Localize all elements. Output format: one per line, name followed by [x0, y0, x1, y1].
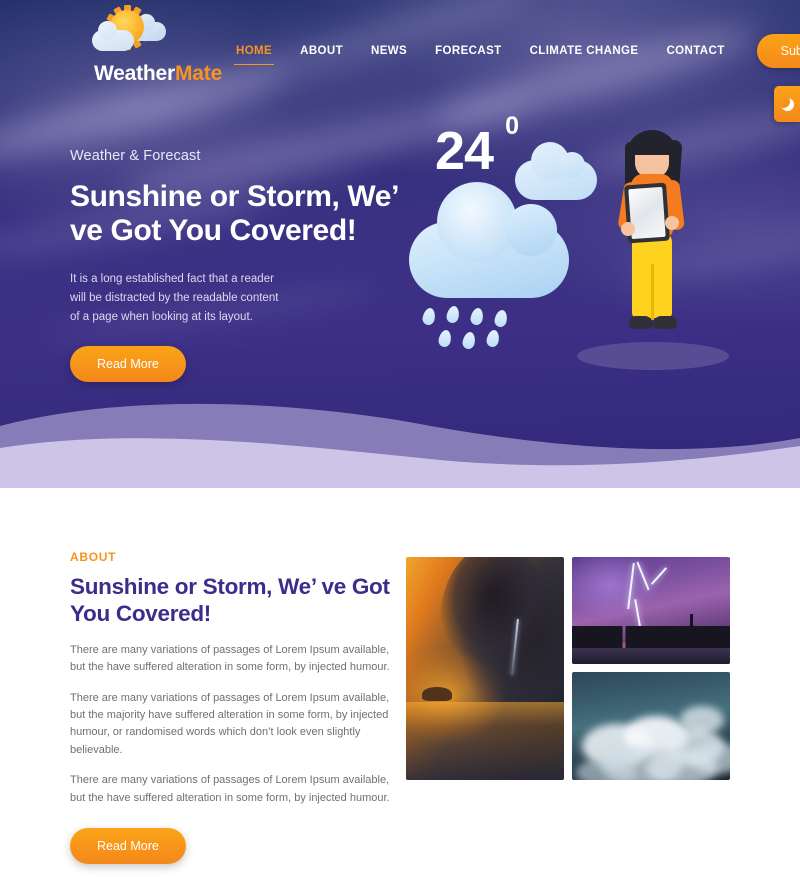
about-read-more-button[interactable]: Read More: [70, 827, 186, 864]
lightning-bolt-icon: [650, 567, 668, 585]
raindrop-icon: [437, 328, 453, 349]
site-header: WeatherMate HOME ABOUT NEWS FORECAST CLI…: [0, 0, 800, 92]
shoe-left: [629, 316, 653, 329]
brand-logo[interactable]: WeatherMate: [68, 4, 248, 86]
dark-mode-toggle[interactable]: [774, 86, 800, 122]
leg-split: [651, 264, 654, 320]
lightning-bolt-icon: [636, 561, 650, 591]
about-gallery: [406, 557, 730, 780]
moon-icon: [780, 97, 794, 111]
brand-name-accent: Mate: [175, 62, 223, 85]
hand-left: [621, 222, 635, 236]
nav-item-contact[interactable]: CONTACT: [652, 41, 738, 61]
shoe-right: [653, 316, 677, 329]
water-surface: [406, 702, 564, 780]
wave-divider: [0, 403, 800, 488]
raindrop-icon: [469, 306, 485, 327]
nav-item-about[interactable]: ABOUT: [286, 41, 357, 61]
rain-cloud-icon: [409, 182, 569, 298]
tornado-funnel: [434, 557, 554, 697]
hero-description: It is a long established fact that a rea…: [70, 273, 279, 323]
about-content: ABOUT Sunshine or Storm, We’ ve Got You …: [70, 550, 390, 864]
about-paragraph: There are many variations of passages of…: [70, 643, 390, 674]
sun-cloud-icon: [86, 4, 172, 58]
about-title: Sunshine or Storm, We’ ve Got You Covere…: [70, 574, 390, 627]
nav-item-forecast[interactable]: FORECAST: [421, 41, 515, 61]
nav-item-home[interactable]: HOME: [222, 41, 286, 65]
hero-section: WeatherMate HOME ABOUT NEWS FORECAST CLI…: [0, 0, 800, 488]
hero-copy: Weather & Forecast Sunshine or Storm, We…: [70, 148, 400, 383]
hero-title: Sunshine or Storm, We’ ve Got You Covere…: [70, 180, 398, 248]
nav-item-news[interactable]: NEWS: [357, 41, 421, 61]
hero-eyebrow: Weather & Forecast: [70, 148, 201, 164]
lightning-over-city-skyline-photo[interactable]: [572, 557, 730, 664]
cloud-puff: [680, 706, 724, 734]
brand-name-primary: Weather: [93, 62, 176, 85]
cn-tower-shape: [687, 614, 696, 648]
about-paragraph: There are many variations of passages of…: [70, 691, 390, 756]
small-cloud-icon: [515, 142, 597, 200]
brand-name: WeatherMate: [68, 62, 248, 86]
storm-clouds-photo[interactable]: [572, 672, 730, 780]
island-shape: [422, 687, 452, 701]
raindrop-icon: [461, 330, 477, 351]
hero-illustration: 24 0: [395, 112, 735, 402]
temperature-value: 24: [435, 121, 494, 181]
degree-symbol-icon: 0: [505, 112, 520, 140]
cloud-puff: [576, 758, 636, 780]
about-tag: ABOUT: [70, 550, 117, 564]
subscribe-button[interactable]: Subscribe: [756, 34, 800, 68]
cloud-icon: [92, 21, 134, 51]
lake-surface: [572, 648, 730, 664]
tornado-over-water-photo[interactable]: [406, 557, 564, 780]
raindrop-icon: [485, 328, 501, 349]
about-paragraph: There are many variations of passages of…: [70, 774, 390, 804]
raindrop-icon: [493, 308, 509, 329]
nav-item-climate-change[interactable]: CLIMATE CHANGE: [516, 41, 653, 61]
main-navigation: HOME ABOUT NEWS FORECAST CLIMATE CHANGE …: [222, 34, 800, 68]
raindrop-icon: [445, 304, 461, 325]
city-skyline: [572, 626, 730, 648]
raindrop-icon: [421, 306, 437, 327]
temperature-display: 24 0: [435, 114, 519, 181]
person-illustration: [607, 124, 699, 364]
about-section: ABOUT Sunshine or Storm, We’ ve Got You …: [0, 488, 800, 864]
hand-right: [665, 216, 679, 230]
